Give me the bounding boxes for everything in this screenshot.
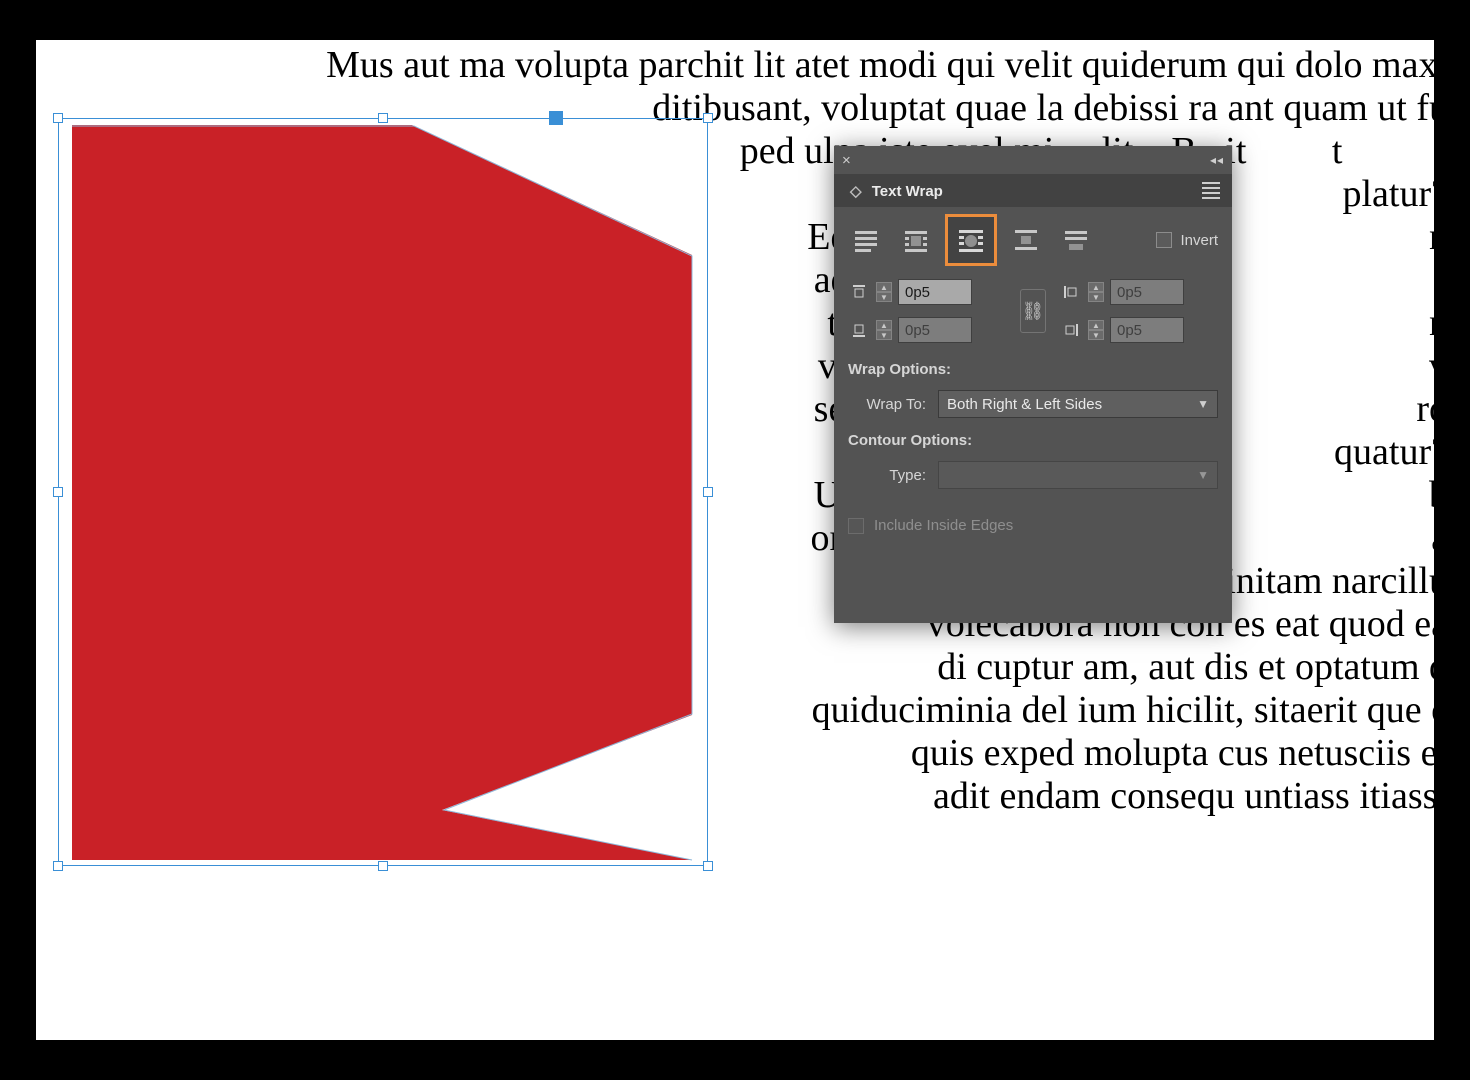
handle-w[interactable]	[53, 487, 63, 497]
handle-s[interactable]	[378, 861, 388, 871]
panel-menu-icon[interactable]	[1202, 182, 1220, 199]
panel-title: Text Wrap	[872, 183, 943, 200]
type-label: Type:	[848, 467, 926, 484]
wrap-to-select[interactable]: Both Right & Left Sides ▼	[938, 390, 1218, 418]
handle-se[interactable]	[703, 861, 713, 871]
wrap-mode-jump-column[interactable]	[1058, 222, 1094, 258]
chevron-down-icon: ▼	[1197, 468, 1209, 482]
offset-right-icon	[1060, 319, 1082, 341]
invert-checkbox-row[interactable]: Invert	[1156, 232, 1218, 249]
text-wrap-panel[interactable]: × ◂◂ ◇ Text Wrap	[834, 146, 1232, 623]
handle-e[interactable]	[703, 487, 713, 497]
wrap-mode-row: Invert	[848, 217, 1218, 263]
offset-left-icon	[1060, 281, 1082, 303]
wrap-mode-none[interactable]	[848, 222, 884, 258]
offset-bottom-input[interactable]	[898, 317, 972, 343]
wrap-mode-object-shape[interactable]	[948, 217, 994, 263]
include-label: Include Inside Edges	[874, 517, 1013, 534]
link-offsets-button[interactable]: ⛓	[1020, 289, 1046, 333]
wrap-to-value: Both Right & Left Sides	[947, 396, 1102, 413]
invert-checkbox[interactable]	[1156, 232, 1172, 248]
handle-anchor[interactable]	[549, 111, 563, 125]
panel-titlebar[interactable]: × ◂◂	[834, 146, 1232, 174]
include-inside-edges-row: Include Inside Edges	[848, 517, 1218, 534]
panel-body: Invert ▲▼ ⛓ ▲▼ ▲▼ ▲▼	[834, 207, 1232, 548]
include-checkbox	[848, 518, 864, 534]
chevron-down-icon: ▼	[1197, 397, 1209, 411]
contour-options-label: Contour Options:	[848, 432, 1218, 449]
offset-left-row: ▲▼	[1060, 279, 1218, 305]
contour-type-row: Type: ▼	[848, 461, 1218, 489]
offset-left-stepper[interactable]: ▲▼	[1088, 282, 1104, 302]
wrap-to-label: Wrap To:	[848, 396, 926, 413]
collapse-icon[interactable]: ◂◂	[1210, 153, 1224, 167]
wrap-mode-jump-object[interactable]	[1008, 222, 1044, 258]
wrap-to-row: Wrap To: Both Right & Left Sides ▼	[848, 390, 1218, 418]
invert-label: Invert	[1180, 232, 1218, 249]
handle-n[interactable]	[378, 113, 388, 123]
offset-right-input[interactable]	[1110, 317, 1184, 343]
offset-bottom-row: ▲▼	[848, 317, 1006, 343]
wrap-options-label: Wrap Options:	[848, 361, 1218, 378]
offset-right-row: ▲▼	[1060, 317, 1218, 343]
close-icon[interactable]: ×	[842, 152, 851, 169]
offset-top-input[interactable]	[898, 279, 972, 305]
offset-top-row: ▲▼	[848, 279, 1006, 305]
offset-left-input[interactable]	[1110, 279, 1184, 305]
offset-top-stepper[interactable]: ▲▼	[876, 282, 892, 302]
offset-bottom-stepper[interactable]: ▲▼	[876, 320, 892, 340]
handle-sw[interactable]	[53, 861, 63, 871]
text-line: Mus aut ma volupta parchit lit atet modi…	[68, 44, 1434, 87]
selected-shape[interactable]	[72, 125, 692, 860]
contour-type-select: ▼	[938, 461, 1218, 489]
text-line: ditibusant, voluptat quae la debissi ra …	[68, 87, 1434, 130]
offset-top-icon	[848, 281, 870, 303]
chevron-icon: ◇	[850, 183, 862, 200]
handle-ne[interactable]	[703, 113, 713, 123]
wrap-mode-bounding-box[interactable]	[898, 222, 934, 258]
offset-grid: ▲▼ ⛓ ▲▼ ▲▼ ▲▼	[848, 279, 1218, 343]
offset-bottom-icon	[848, 319, 870, 341]
handle-nw[interactable]	[53, 113, 63, 123]
offset-right-stepper[interactable]: ▲▼	[1088, 320, 1104, 340]
panel-tab[interactable]: ◇ Text Wrap	[834, 174, 1232, 207]
